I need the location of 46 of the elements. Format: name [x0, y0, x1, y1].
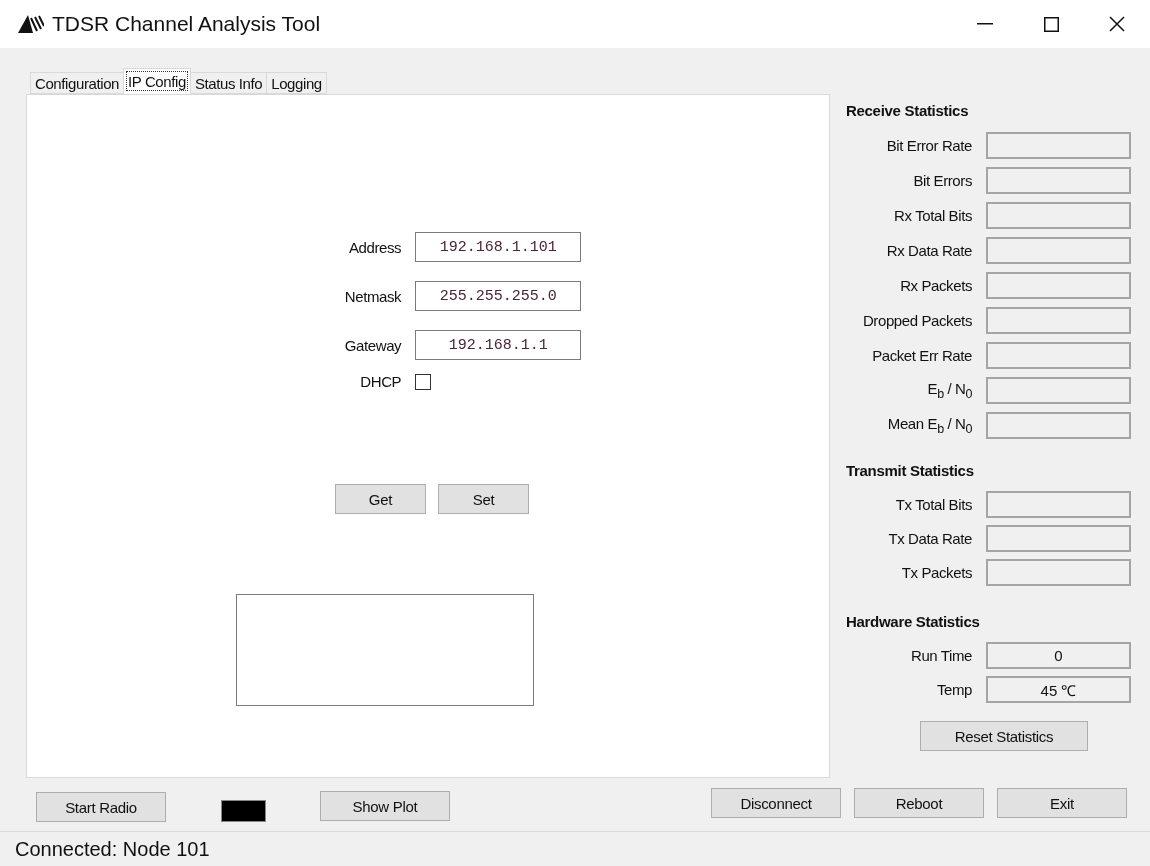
maximize-icon [1043, 16, 1059, 32]
ip-field[interactable]: 255.255.255.0 [415, 281, 582, 311]
field-label: Gateway [344, 336, 402, 354]
checkbox-label: DHCP [359, 373, 402, 390]
tab[interactable]: Configuration [30, 72, 125, 94]
stat-label: Temp [935, 681, 972, 698]
stat-label: Bit Error Rate [885, 137, 972, 154]
section-heading: Receive Statistics [846, 102, 970, 121]
status-text: Connected: Node 101 [0, 831, 1150, 866]
close-icon [1109, 16, 1125, 32]
reset-statistics-button[interactable]: Reset Statistics [920, 721, 1088, 751]
start-radio-button[interactable]: Start Radio [36, 792, 166, 822]
section-heading: Transmit Statistics [846, 462, 975, 481]
stat-label: Rx Total Bits [893, 207, 972, 224]
show-plot-button[interactable]: Show Plot [320, 791, 450, 821]
stat-label: Tx Data Rate [887, 530, 972, 547]
stat-label: E$_{b}$ / N$_{0}$ [926, 380, 972, 401]
stat-label: Bit Errors [912, 172, 972, 189]
ip-field[interactable]: 192.168.1.101 [415, 232, 582, 262]
field-label: Netmask [344, 287, 402, 305]
stat-label: Run Time [910, 647, 972, 664]
stat-label: Tx Total Bits [894, 496, 972, 513]
section-heading: Hardware Statistics [846, 613, 981, 632]
stat-label: Rx Packets [899, 277, 972, 294]
field-label: Address [347, 238, 402, 256]
tab[interactable]: IP Config [123, 68, 191, 94]
button[interactable]: Set [438, 484, 529, 514]
stat-label: Dropped Packets [861, 312, 972, 329]
minimize-icon [977, 23, 993, 25]
stat-label: Tx Packets [900, 564, 972, 581]
stat-field: 0 [986, 642, 1131, 669]
button[interactable]: Get [335, 484, 426, 514]
logo-icon [18, 15, 44, 33]
button[interactable]: Reboot [854, 788, 984, 818]
tab[interactable]: Status Info [189, 72, 268, 94]
button[interactable]: Disconnect [711, 788, 841, 818]
button[interactable]: Exit [997, 788, 1127, 818]
stat-label: Packet Err Rate [871, 347, 972, 364]
ip-field[interactable]: 192.168.1.1 [415, 330, 582, 360]
window-title: TDSR Channel Analysis Tool [52, 12, 322, 36]
dhcp-checkbox[interactable] [415, 373, 432, 390]
stat-label: Rx Data Rate [885, 242, 972, 259]
tab[interactable]: Logging [266, 72, 327, 94]
stat-field: 45 ℃ [986, 676, 1131, 703]
output-box[interactable] [236, 594, 534, 706]
stat-label: Mean E$_{b}$ / N$_{0}$ [886, 415, 972, 436]
